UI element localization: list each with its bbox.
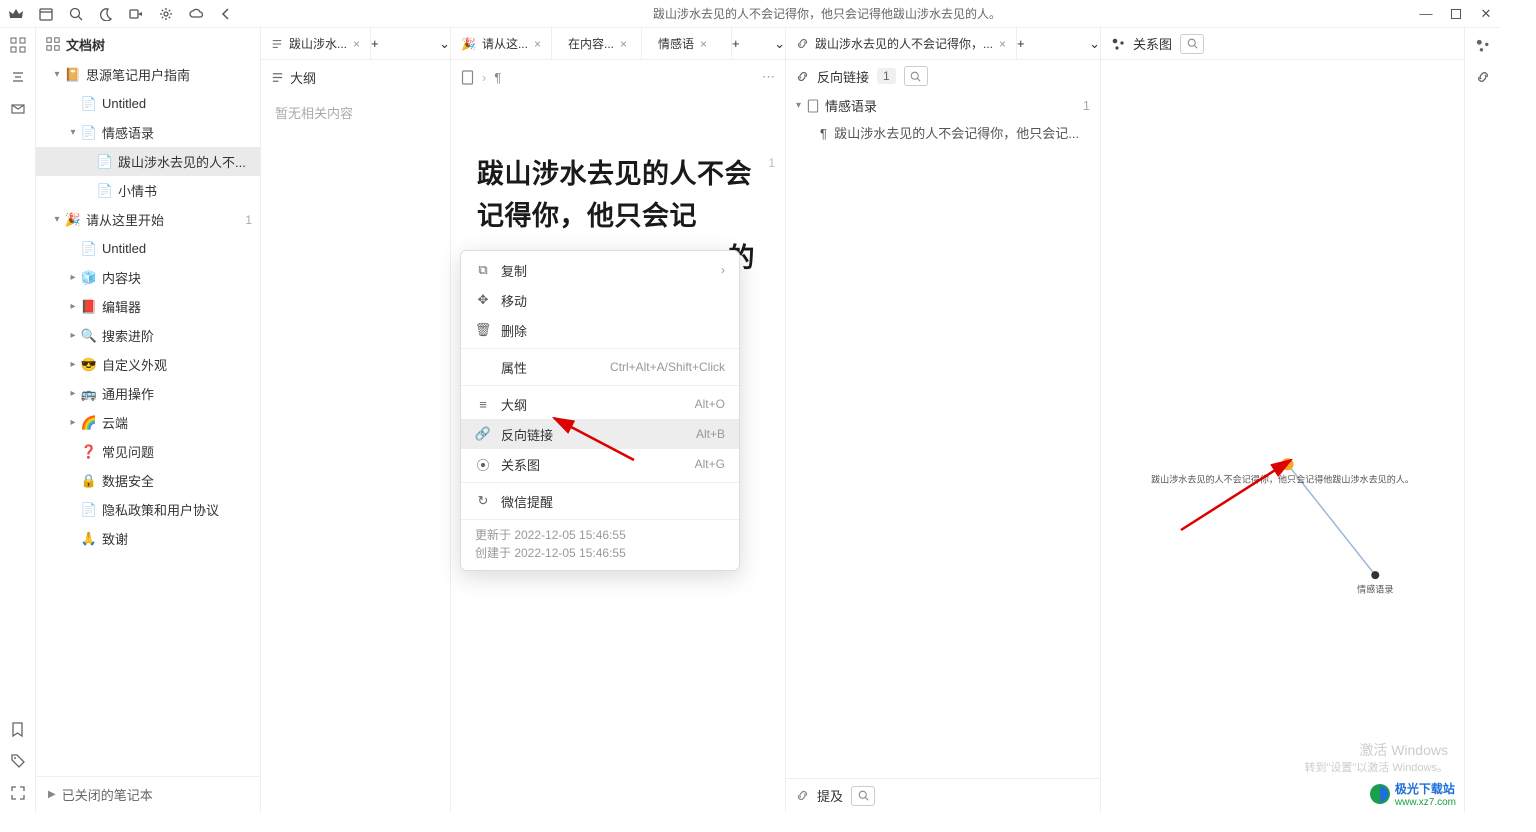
editor-tab[interactable]: 🎉请从这...× bbox=[451, 28, 552, 59]
close-icon[interactable]: × bbox=[620, 37, 627, 51]
minimize-button[interactable]: — bbox=[1420, 8, 1432, 20]
close-icon[interactable]: × bbox=[999, 37, 1006, 51]
menu-item[interactable]: 属性Ctrl+Alt+A/Shift+Click bbox=[461, 352, 739, 382]
close-icon[interactable]: × bbox=[700, 37, 707, 51]
sidebar: 文档树 ▾📔思源笔记用户指南📄Untitled▾📄情感语录📄跋山涉水去见的人不.… bbox=[36, 28, 261, 812]
backlink-panel: 跋山涉水去见的人不会记得你，... × + ⌄ 反向链接 1 ▾ 情感语录 1 … bbox=[786, 28, 1101, 812]
doc-ref-count: 1 bbox=[768, 156, 775, 170]
calendar-icon[interactable] bbox=[38, 6, 54, 22]
tree-item[interactable]: 📄隐私政策和用户协议 bbox=[36, 495, 260, 524]
sidebar-title: 文档树 bbox=[66, 35, 105, 54]
outline-header: 大纲 bbox=[261, 60, 450, 95]
backlink-search[interactable] bbox=[904, 66, 928, 86]
tree-item[interactable]: ▸😎自定义外观 bbox=[36, 350, 260, 379]
bookmark-icon[interactable] bbox=[9, 720, 27, 738]
tab-menu-button[interactable]: ⌄ bbox=[1089, 36, 1100, 52]
tree-item[interactable]: ▸📕编辑器 bbox=[36, 292, 260, 321]
gear-icon[interactable] bbox=[158, 6, 174, 22]
editor-tab[interactable]: 情感语× bbox=[642, 28, 732, 59]
tree-item[interactable]: 📄Untitled bbox=[36, 89, 260, 118]
graph-search[interactable] bbox=[1180, 34, 1204, 54]
close-icon[interactable]: × bbox=[534, 37, 541, 51]
graph-header: 关系图 bbox=[1101, 28, 1464, 60]
add-tab-button[interactable]: + bbox=[371, 36, 379, 51]
tree-item[interactable]: 🔒数据安全 bbox=[36, 466, 260, 495]
tree-item[interactable]: ▾📄情感语录 bbox=[36, 118, 260, 147]
tree-item[interactable]: ▾📔思源笔记用户指南 bbox=[36, 60, 260, 89]
crown-icon[interactable] bbox=[8, 6, 24, 22]
context-menu: ⧉复制›✥移动🗑删除属性Ctrl+Alt+A/Shift+Click ≡大纲Alt… bbox=[460, 250, 740, 571]
tree-item[interactable]: 📄跋山涉水去见的人不... bbox=[36, 147, 260, 176]
tree-item[interactable]: ▸🌈云端 bbox=[36, 408, 260, 437]
backlink-entry[interactable]: ▾ 情感语录 1 bbox=[786, 92, 1100, 119]
tree-item[interactable]: ▸🧊内容块 bbox=[36, 263, 260, 292]
menu-item[interactable]: 🗑删除 bbox=[461, 315, 739, 345]
titlebar: 跋山涉水去见的人不会记得你，他只会记得他跋山涉水去见的人。 — ✕ bbox=[0, 0, 1500, 28]
svg-text:跋山涉水去见的人不会记得你，他只会记得他跋山涉水去见的人。: 跋山涉水去见的人不会记得你，他只会记得他跋山涉水去见的人。 bbox=[1151, 473, 1414, 484]
menu-item[interactable]: ⧉复制› bbox=[461, 255, 739, 285]
outline-panel: 跋山涉水... × + ⌄ 大纲 暂无相关内容 bbox=[261, 28, 451, 812]
menu-item[interactable]: ⦿关系图Alt+G bbox=[461, 449, 739, 479]
align-icon[interactable] bbox=[9, 68, 27, 86]
maximize-button[interactable] bbox=[1450, 8, 1462, 20]
breadcrumb: › ¶ ⋯ bbox=[451, 60, 785, 94]
svg-text:情感语录: 情感语录 bbox=[1357, 583, 1393, 594]
sidebar-header: 文档树 bbox=[36, 28, 260, 60]
pilcrow-icon: ¶ bbox=[494, 70, 501, 85]
close-button[interactable]: ✕ bbox=[1480, 8, 1492, 20]
tree-item[interactable]: ▸🔍搜索进阶 bbox=[36, 321, 260, 350]
search-icon[interactable] bbox=[68, 6, 84, 22]
windows-watermark: 激活 Windows 转到"设置"以激活 Windows。 bbox=[1305, 741, 1449, 776]
left-rail bbox=[0, 28, 36, 812]
tree-item[interactable]: 📄小情书 bbox=[36, 176, 260, 205]
tab-menu-button[interactable]: ⌄ bbox=[774, 36, 785, 52]
back-icon[interactable] bbox=[218, 6, 234, 22]
editor-tab[interactable]: 在内容...× bbox=[552, 28, 642, 59]
backlink-tab[interactable]: 跋山涉水去见的人不会记得你，... × bbox=[786, 28, 1017, 59]
right-rail bbox=[1464, 28, 1500, 812]
mail-icon[interactable] bbox=[9, 100, 27, 118]
video-icon[interactable] bbox=[128, 6, 144, 22]
window-title: 跋山涉水去见的人不会记得你，他只会记得他跋山涉水去见的人。 bbox=[234, 5, 1420, 22]
site-logo: 极光下载站www.xz7.com bbox=[1369, 780, 1456, 808]
tree-item[interactable]: ❓常见问题 bbox=[36, 437, 260, 466]
tab-menu-button[interactable]: ⌄ bbox=[439, 36, 450, 52]
menu-item[interactable]: ≡大纲Alt+O bbox=[461, 389, 739, 419]
doctree-icon[interactable] bbox=[9, 36, 27, 54]
closed-notebooks[interactable]: ▶ 已关闭的笔记本 bbox=[36, 776, 260, 812]
add-tab-button[interactable]: + bbox=[732, 36, 740, 51]
doc-tree: ▾📔思源笔记用户指南📄Untitled▾📄情感语录📄跋山涉水去见的人不...📄小… bbox=[36, 60, 260, 776]
backlink-sub[interactable]: ¶ 跋山涉水去见的人不会记得你，他只会记... bbox=[786, 119, 1100, 146]
graph-panel: 关系图 跋山涉水去见的人不会记得你，他只会记得他跋山涉水去见的人。 情感语录 激… bbox=[1101, 28, 1464, 812]
more-icon[interactable]: ⋯ bbox=[762, 69, 775, 85]
graph-icon[interactable] bbox=[1474, 36, 1492, 54]
tree-item[interactable]: 📄Untitled bbox=[36, 234, 260, 263]
mention-footer: 提及 bbox=[786, 778, 1100, 812]
close-icon[interactable]: × bbox=[353, 37, 360, 51]
link-icon[interactable] bbox=[1474, 68, 1492, 86]
tag-icon[interactable] bbox=[9, 752, 27, 770]
menu-item[interactable]: ↻微信提醒 bbox=[461, 486, 739, 516]
tree-item[interactable]: ▾🎉请从这里开始1 bbox=[36, 205, 260, 234]
menu-item[interactable]: ✥移动 bbox=[461, 285, 739, 315]
outline-tab[interactable]: 跋山涉水... × bbox=[261, 28, 371, 59]
mention-search[interactable] bbox=[851, 786, 875, 806]
tree-item[interactable]: ▸🚌通用操作 bbox=[36, 379, 260, 408]
outline-empty: 暂无相关内容 bbox=[261, 95, 450, 130]
tree-item[interactable]: 🙏致谢 bbox=[36, 524, 260, 553]
add-tab-button[interactable]: + bbox=[1017, 36, 1025, 51]
backlink-header: 反向链接 1 bbox=[786, 60, 1100, 92]
moon-icon[interactable] bbox=[98, 6, 114, 22]
expand-icon[interactable] bbox=[9, 784, 27, 802]
backlink-count-badge: 1 bbox=[877, 68, 896, 84]
doc-title[interactable]: 跋山涉水去见的人不会记得你，他只会记 bbox=[477, 154, 759, 238]
graph-canvas[interactable]: 跋山涉水去见的人不会记得你，他只会记得他跋山涉水去见的人。 情感语录 激活 Wi… bbox=[1101, 60, 1464, 812]
menu-footer: 更新于 2022-12-05 15:46:55创建于 2022-12-05 15… bbox=[461, 519, 739, 566]
cloud-icon[interactable] bbox=[188, 6, 204, 22]
menu-item[interactable]: 🔗反向链接Alt+B bbox=[461, 419, 739, 449]
